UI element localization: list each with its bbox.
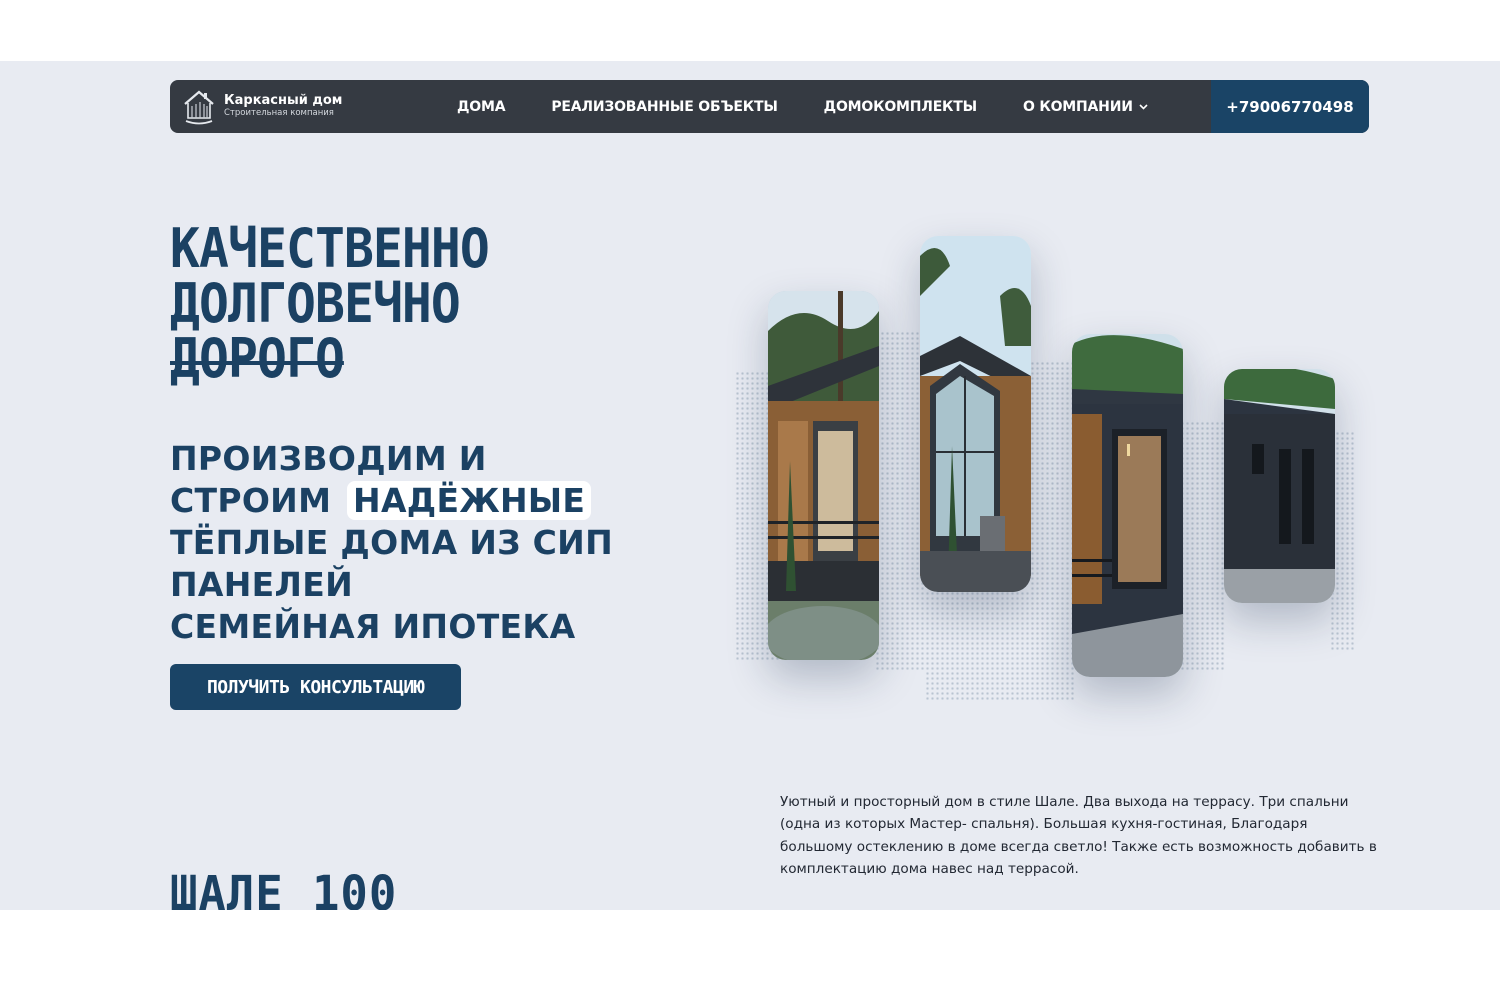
subhead-highlight: НАДЁЖНЫЕ [347,481,592,520]
nav-item-label: ДОМА [457,98,506,115]
house-photo-panel [1072,334,1183,677]
hero-section: Каркасный дом Строительная компания ДОМА… [0,61,1500,910]
subhead-line-3: ТЁПЛЫЕ ДОМА ИЗ СИП [170,523,614,562]
subhead-line-2: СТРОИМ НАДЁЖНЫЕ [170,480,613,522]
top-navbar: Каркасный дом Строительная компания ДОМА… [170,80,1369,133]
subhead-line-4: ПАНЕЛЕЙ [170,565,353,604]
subhead-line-2-text: СТРОИМ [170,481,332,520]
product-title: ШАЛЕ 100 [170,866,398,910]
house-photo-panel [920,236,1031,592]
dot-pattern [1180,421,1225,671]
nav-item-label: РЕАЛИЗОВАННЫЕ ОБЪЕКТЫ [551,98,778,115]
subhead-line-1: ПРОИЗВОДИМ И [170,439,487,478]
consultation-button[interactable]: ПОЛУЧИТЬ КОНСУЛЬТАЦИЮ [170,664,461,710]
headline-line-1: КАЧЕСТВЕННО [170,217,490,280]
house-photo-panel [1224,369,1335,603]
headline-line-struck: ДОРОГО [170,327,345,390]
hero-headline: КАЧЕСТВЕННО ДОЛГОВЕЧНО ДОРОГО [170,221,517,386]
house-photo-panel [768,291,879,660]
nav-item-house-kits[interactable]: ДОМОКОМПЛЕКТЫ [824,99,977,115]
nav-item-completed-projects[interactable]: РЕАЛИЗОВАННЫЕ ОБЪЕКТЫ [551,98,778,115]
brand-title: Каркасный дом [224,93,343,108]
nav-item-label: О КОМПАНИИ [1022,98,1133,115]
brand-subtitle: Строительная компания [224,108,334,118]
subhead-line-5: СЕМЕЙНАЯ ИПОТЕКА [170,607,576,646]
nav-item-label: ДОМОКОМПЛЕКТЫ [823,98,977,115]
house-logo-icon [184,90,214,125]
phone-button[interactable]: +79006770498 [1211,80,1369,133]
dot-pattern [1030,361,1075,661]
nav-item-about-company[interactable]: О КОМПАНИИ [1023,99,1148,115]
nav-item-houses[interactable]: ДОМА [457,98,506,115]
dot-pattern [875,331,925,671]
hero-subheading: ПРОИЗВОДИМ И СТРОИМ НАДЁЖНЫЕ ТЁПЛЫЕ ДОМА… [170,438,613,648]
house-image-gallery [700,221,1400,741]
headline-line-2: ДОЛГОВЕЧНО [170,272,461,335]
main-nav: ДОМА РЕАЛИЗОВАННЫЕ ОБЪЕКТЫ ДОМОКОМПЛЕКТЫ… [457,80,1148,133]
brand-logo[interactable]: Каркасный дом Строительная компания [182,87,342,125]
chevron-down-icon [1139,103,1148,110]
product-description: Уютный и просторный дом в стиле Шале. Дв… [780,794,1377,877]
